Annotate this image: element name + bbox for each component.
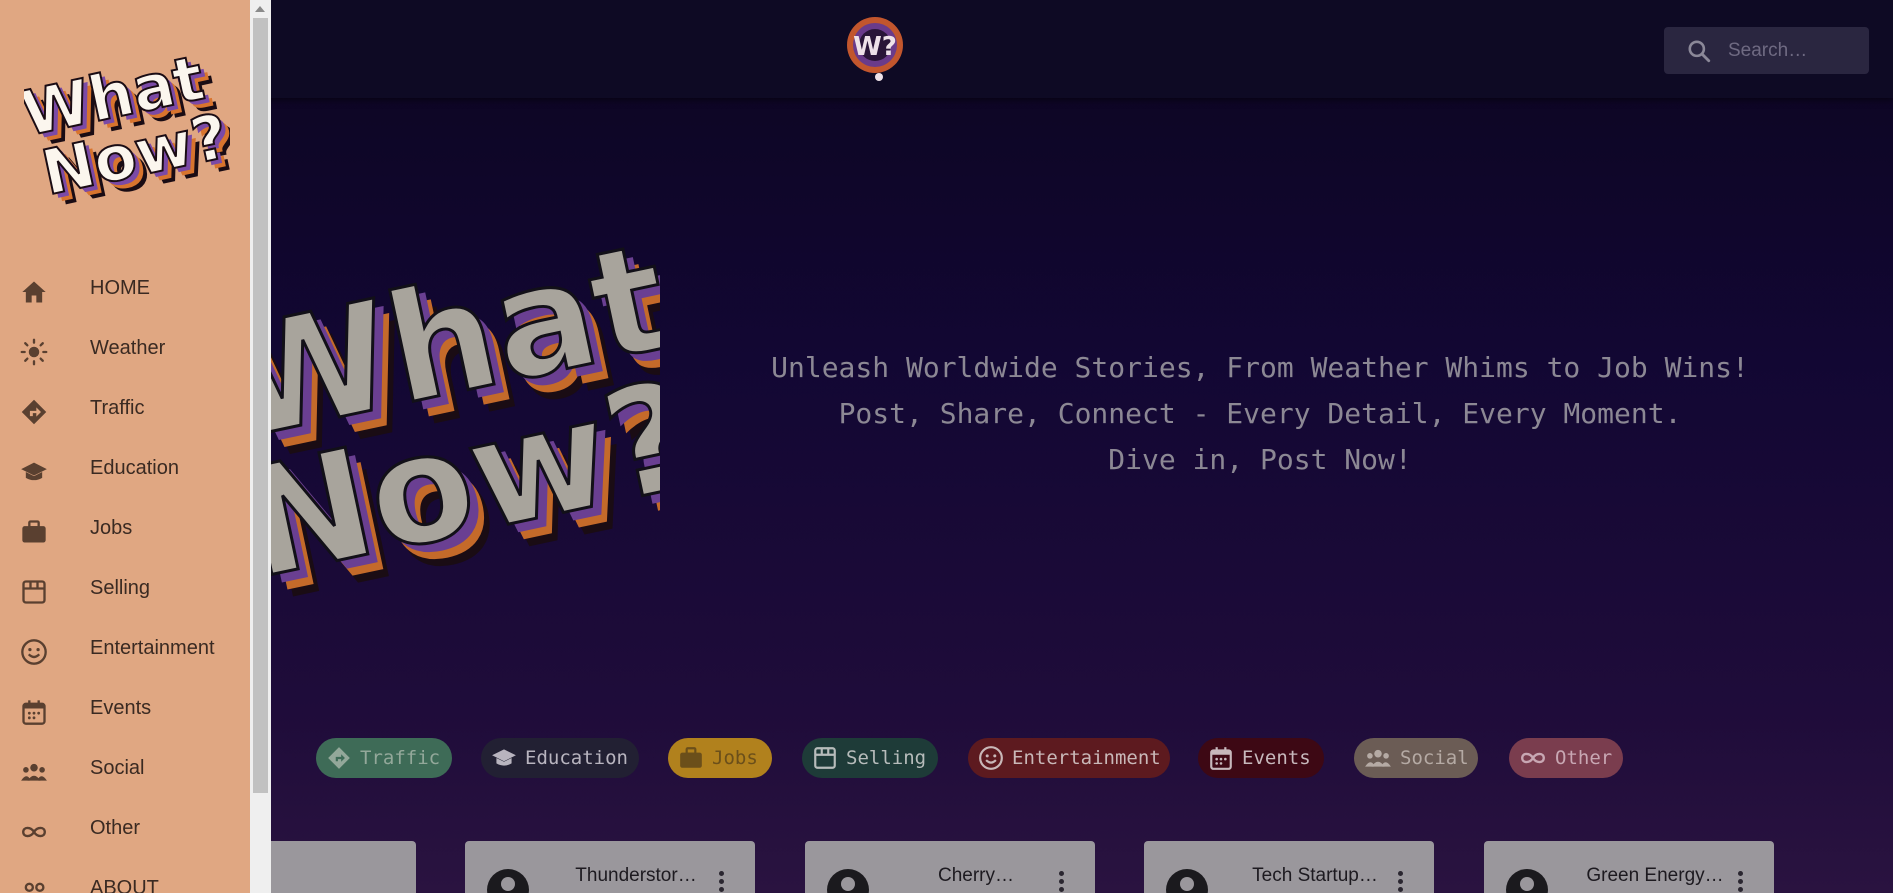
nav-item-label: Other <box>90 817 141 839</box>
nav-item-education[interactable]: Education <box>0 440 250 500</box>
drawer-logo-image[interactable]: What What What What Now? Now? Now? Now? <box>24 50 230 210</box>
drawer-backdrop[interactable] <box>0 0 1893 893</box>
nav-item-traffic[interactable]: Traffic <box>0 380 250 440</box>
nav-item-label: Events <box>90 697 152 719</box>
nav-item-about[interactable]: ABOUT <box>0 860 250 893</box>
home-icon <box>22 281 46 303</box>
drawer-scrollbar[interactable] <box>250 0 271 893</box>
people-outline-icon <box>24 882 45 892</box>
navigation-drawer: What What What What Now? Now? Now? Now? … <box>0 0 250 893</box>
sun-icon <box>20 338 48 366</box>
scrollbar-thumb[interactable] <box>253 18 268 793</box>
nav-item-label: Selling <box>90 577 151 599</box>
scroll-up-arrow-icon[interactable] <box>255 6 265 12</box>
nav-item-entertainment[interactable]: Entertainment <box>0 620 250 680</box>
nav-item-social[interactable]: Social <box>0 740 250 800</box>
calendar-icon <box>22 700 46 725</box>
nav-item-label: Social <box>90 757 145 779</box>
nav-item-label: Weather <box>90 337 166 359</box>
nav-item-weather[interactable]: Weather <box>0 320 250 380</box>
store-icon <box>22 580 46 604</box>
briefcase-icon <box>22 520 46 543</box>
nav-item-label: Entertainment <box>90 637 215 659</box>
nav-item-label: Traffic <box>90 397 145 419</box>
infinity-icon <box>22 826 46 838</box>
school-icon <box>21 462 47 481</box>
nav-item-label: HOME <box>90 277 150 299</box>
nav-item-other[interactable]: Other <box>0 800 250 860</box>
nav-item-selling[interactable]: Selling <box>0 560 250 620</box>
nav-item-label: Jobs <box>90 517 133 539</box>
nav-item-jobs[interactable]: Jobs <box>0 500 250 560</box>
nav-item-home[interactable]: HOME <box>0 260 250 320</box>
directions-icon <box>21 399 47 425</box>
people-icon <box>21 763 47 781</box>
nav-item-label: Education <box>90 457 179 479</box>
nav-item-label: ABOUT <box>90 877 159 893</box>
nav-item-events[interactable]: Events <box>0 680 250 740</box>
smiley-icon <box>21 639 47 665</box>
